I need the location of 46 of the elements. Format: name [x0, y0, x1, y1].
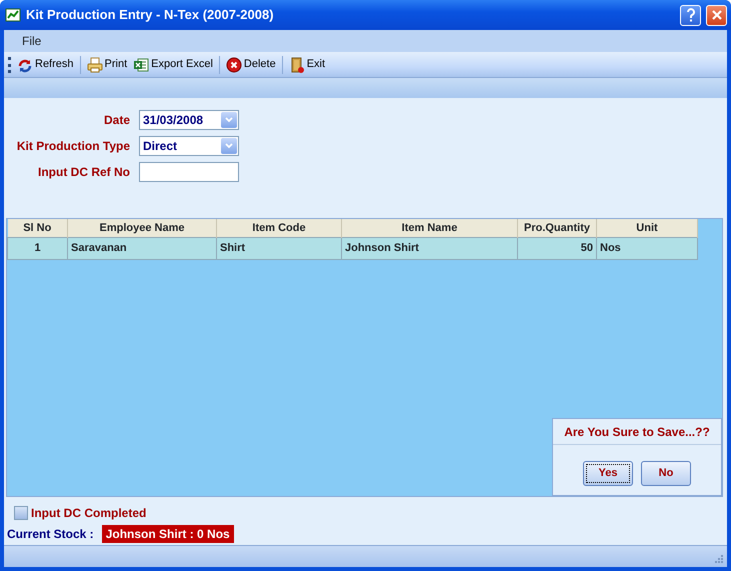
field-label: Date	[102, 112, 130, 129]
toolbar-button[interactable]: Print	[84, 54, 130, 75]
help-button[interactable]	[680, 4, 701, 26]
column-header: Item Code	[216, 219, 342, 237]
chevron-down-icon	[225, 117, 233, 123]
dropdown-button[interactable]	[221, 138, 237, 154]
column-header: Employee Name	[68, 219, 216, 237]
toolbar-button[interactable]: Refresh	[14, 54, 77, 75]
app-icon	[5, 7, 21, 23]
table-cell: 1	[8, 237, 68, 259]
dialog-title: Are You Sure to Save...??	[553, 419, 721, 445]
column-header: Item Name	[342, 219, 518, 237]
table-cell: Saravanan	[68, 237, 216, 259]
dropdown-field[interactable]: Direct	[139, 136, 239, 156]
toolbar-button[interactable]: Export Excel	[130, 54, 216, 75]
field-label: Input DC Ref No	[37, 164, 130, 181]
table-cell: Johnson Shirt	[342, 237, 518, 259]
printer-icon	[86, 56, 103, 72]
dropdown-field[interactable]: 31/03/2008	[139, 110, 239, 130]
close-icon	[710, 9, 722, 21]
column-header: Unit	[596, 219, 698, 237]
column-header: Sl No	[8, 219, 68, 237]
chevron-down-icon	[225, 143, 233, 149]
checkbox-label: Input DC Completed	[31, 505, 146, 522]
table-cell: 50	[518, 237, 596, 259]
help-icon	[686, 8, 696, 22]
menu-item[interactable]: File	[16, 32, 48, 50]
spreadsheet-icon	[133, 56, 150, 72]
close-button[interactable]	[706, 4, 727, 26]
window-title: Kit Production Entry - N-Tex (2007-2008)	[26, 6, 275, 24]
dialog-button[interactable]: Yes	[583, 461, 633, 486]
stock-label: Current Stock :	[7, 526, 94, 543]
column-header: Pro.Quantity	[518, 219, 596, 237]
stock-value: Johnson Shirt : 0 Nos	[102, 525, 234, 543]
table-cell: Nos	[596, 237, 698, 259]
table-cell: Shirt	[216, 237, 342, 259]
toolbar-button[interactable]: Delete	[222, 54, 279, 75]
checkbox[interactable]	[14, 506, 28, 520]
delete-icon	[226, 56, 242, 72]
field-label: Kit Production Type	[16, 138, 130, 155]
dialog-button[interactable]: No	[641, 461, 691, 486]
toolbar-button[interactable]: Exit	[286, 54, 328, 75]
input-field[interactable]	[139, 162, 239, 182]
dropdown-button[interactable]	[221, 112, 237, 128]
resize-grip-icon	[714, 554, 724, 564]
door-icon	[288, 56, 305, 72]
